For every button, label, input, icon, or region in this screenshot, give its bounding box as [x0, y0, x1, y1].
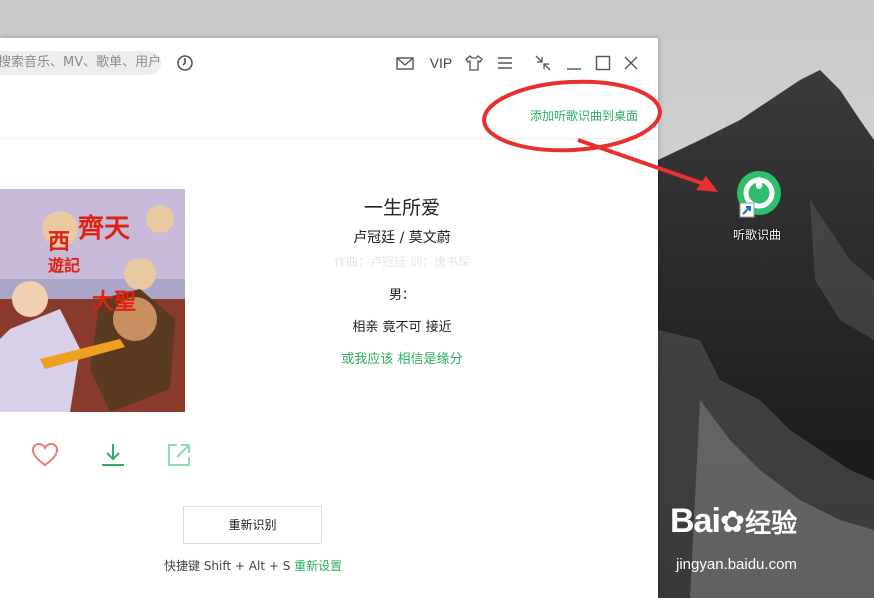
- vip-label: VIP: [429, 55, 453, 71]
- search-input[interactable]: 搜索音乐、MV、歌单、用户: [0, 51, 161, 75]
- svg-text:西: 西: [48, 229, 70, 255]
- hotkey-text: 快捷键 Shift + Alt + S: [164, 559, 291, 573]
- lyric-line: 相亲 竟不可 接近: [352, 320, 452, 335]
- song-title: 一生所爱: [363, 197, 440, 219]
- svg-text:齊天: 齊天: [78, 213, 130, 244]
- mail-icon[interactable]: [396, 53, 414, 73]
- add-to-desktop-link[interactable]: 添加听歌识曲到桌面: [530, 107, 638, 124]
- title-bar: 搜索音乐、MV、歌单、用户 VIP: [0, 38, 658, 90]
- hotkey-hint: 快捷键 Shift + Alt + S 重新设置: [164, 557, 342, 574]
- svg-text:遊記: 遊記: [48, 256, 80, 275]
- header-divider: [0, 138, 658, 139]
- watermark-cn: 经验: [745, 509, 798, 539]
- minimize-icon[interactable]: [566, 53, 582, 73]
- music-recognition-icon[interactable]: [176, 54, 194, 72]
- app-window: 搜索音乐、MV、歌单、用户 VIP 添加听歌识曲到桌面 齊天 西 遊記 大聖 一…: [0, 38, 658, 598]
- watermark-url: jingyan.baidu.com: [676, 556, 797, 573]
- skin-tshirt-icon[interactable]: [465, 53, 483, 73]
- watermark-logo-text: Bai: [670, 502, 721, 540]
- reset-hotkey-link[interactable]: 重新设置: [294, 559, 342, 573]
- search-placeholder: 搜索音乐、MV、歌单、用户: [0, 55, 161, 70]
- vip-button[interactable]: VIP: [429, 53, 453, 73]
- close-icon[interactable]: [623, 53, 639, 73]
- lyric-line-current: 或我应该 相信是缘分: [341, 352, 463, 367]
- maximize-icon[interactable]: [595, 53, 611, 73]
- recognize-again-button[interactable]: 重新识别: [183, 506, 322, 544]
- svg-text:大聖: 大聖: [92, 289, 136, 315]
- share-icon[interactable]: [165, 441, 193, 469]
- paw-icon: ✿: [719, 505, 746, 540]
- album-cover: 齊天 西 遊記 大聖: [0, 189, 185, 412]
- desktop-shortcut-label: 听歌识曲: [732, 228, 781, 242]
- song-credits: 作曲：卢冠廷 词：唐书琛: [334, 255, 470, 269]
- music-recognition-app-icon: [737, 171, 781, 218]
- song-artist[interactable]: 卢冠廷 / 莫文蔚: [302, 227, 502, 247]
- heart-icon[interactable]: [31, 441, 59, 469]
- menu-icon[interactable]: [497, 53, 513, 73]
- baidu-watermark: Bai✿经验: [670, 502, 797, 541]
- download-icon[interactable]: [99, 441, 127, 469]
- mini-mode-icon[interactable]: [534, 53, 552, 73]
- desktop-shortcut-music-recognition[interactable]: 听歌识曲: [722, 170, 792, 243]
- lyric-line: 男：: [388, 288, 415, 303]
